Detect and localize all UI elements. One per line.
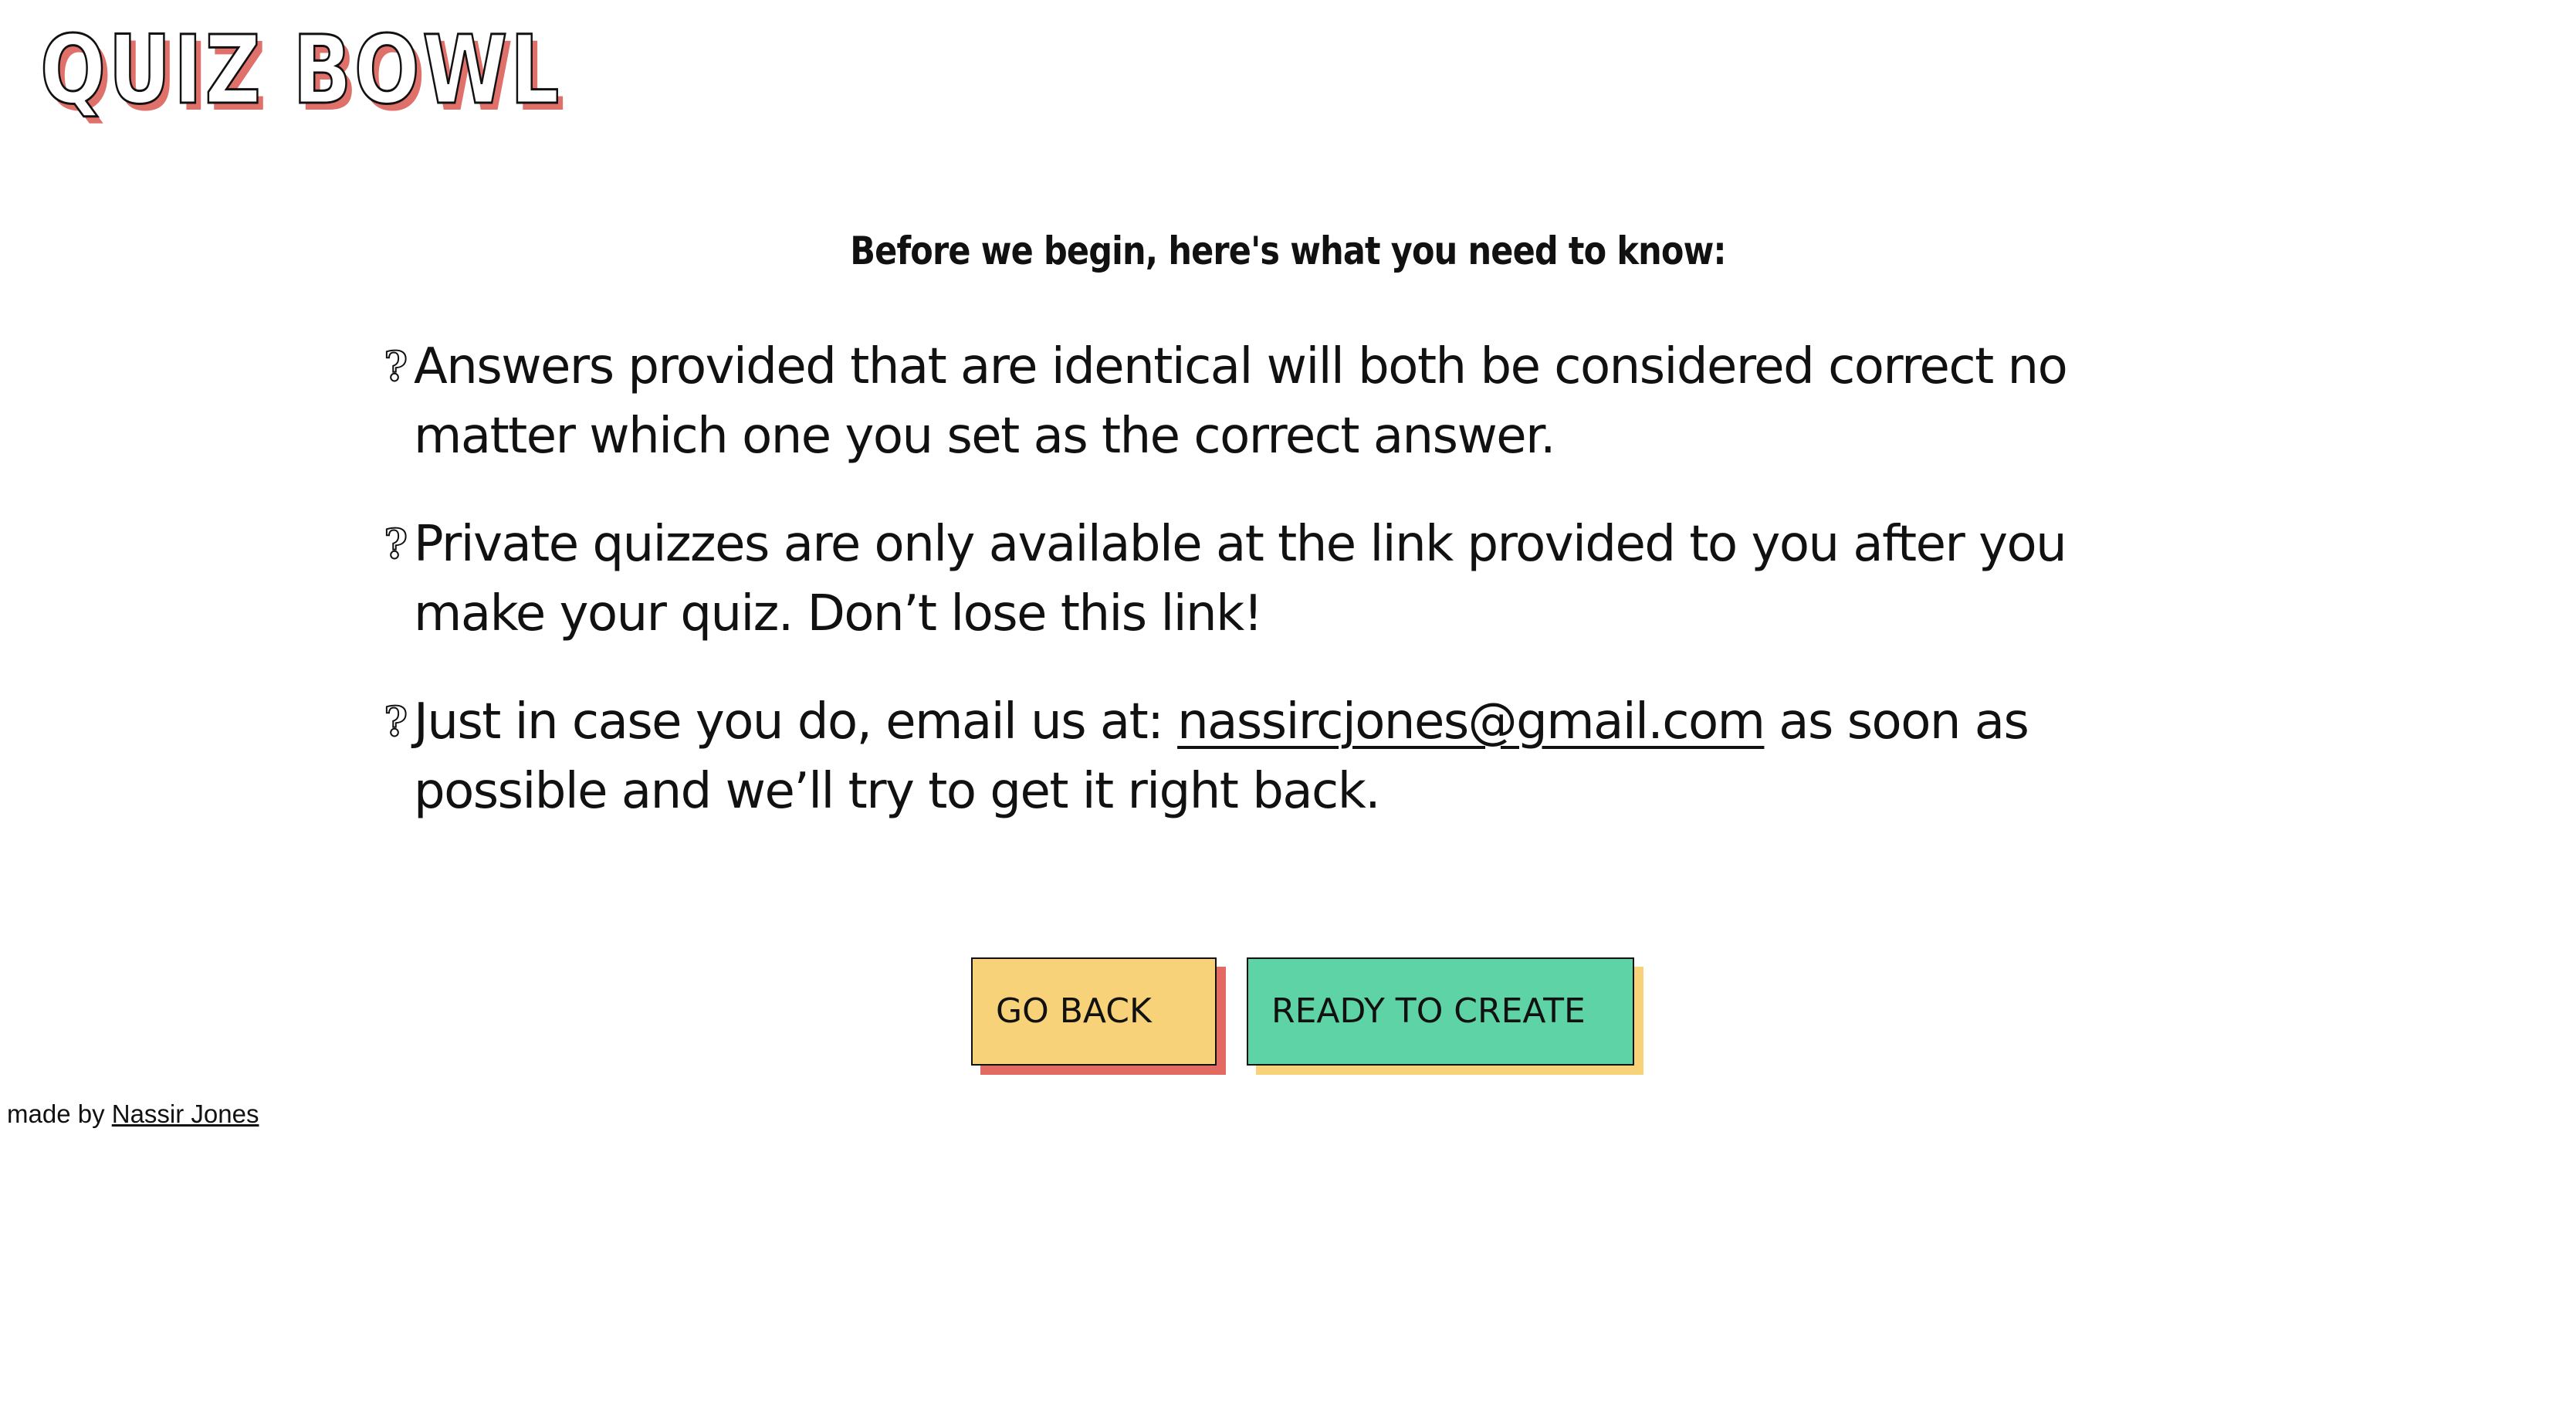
ready-to-create-button[interactable]: READY TO CREATE — [1247, 957, 1634, 1066]
email-link[interactable]: nassircjones@gmail.com — [1177, 693, 1765, 751]
intro-heading: Before we begin, here's what you need to… — [850, 229, 1726, 273]
rule-item-private-quizzes: ? Private quizzes are only available at … — [384, 510, 2185, 649]
quiz-bowl-logo[interactable]: QUIZ BOWL — [39, 22, 562, 119]
rule-text-before: Just in case you do, email us at: — [414, 693, 1178, 751]
footer-credit: made by Nassir Jones — [7, 1100, 259, 1129]
rule-item-identical-answers: ? Answers provided that are identical wi… — [384, 332, 2185, 471]
footer-prefix: made by — [7, 1100, 112, 1128]
question-mark-icon: ? — [384, 699, 408, 746]
rule-text: Answers provided that are identical will… — [414, 338, 2068, 465]
question-mark-icon: ? — [384, 521, 408, 568]
go-back-button[interactable]: GO BACK — [971, 957, 1217, 1066]
author-link[interactable]: Nassir Jones — [112, 1100, 259, 1128]
rule-item-email-contact: ? Just in case you do, email us at: nass… — [384, 687, 2185, 826]
rule-text: Private quizzes are only available at th… — [414, 516, 2067, 642]
rules-list: ? Answers provided that are identical wi… — [384, 332, 2185, 865]
question-mark-icon: ? — [384, 344, 408, 391]
